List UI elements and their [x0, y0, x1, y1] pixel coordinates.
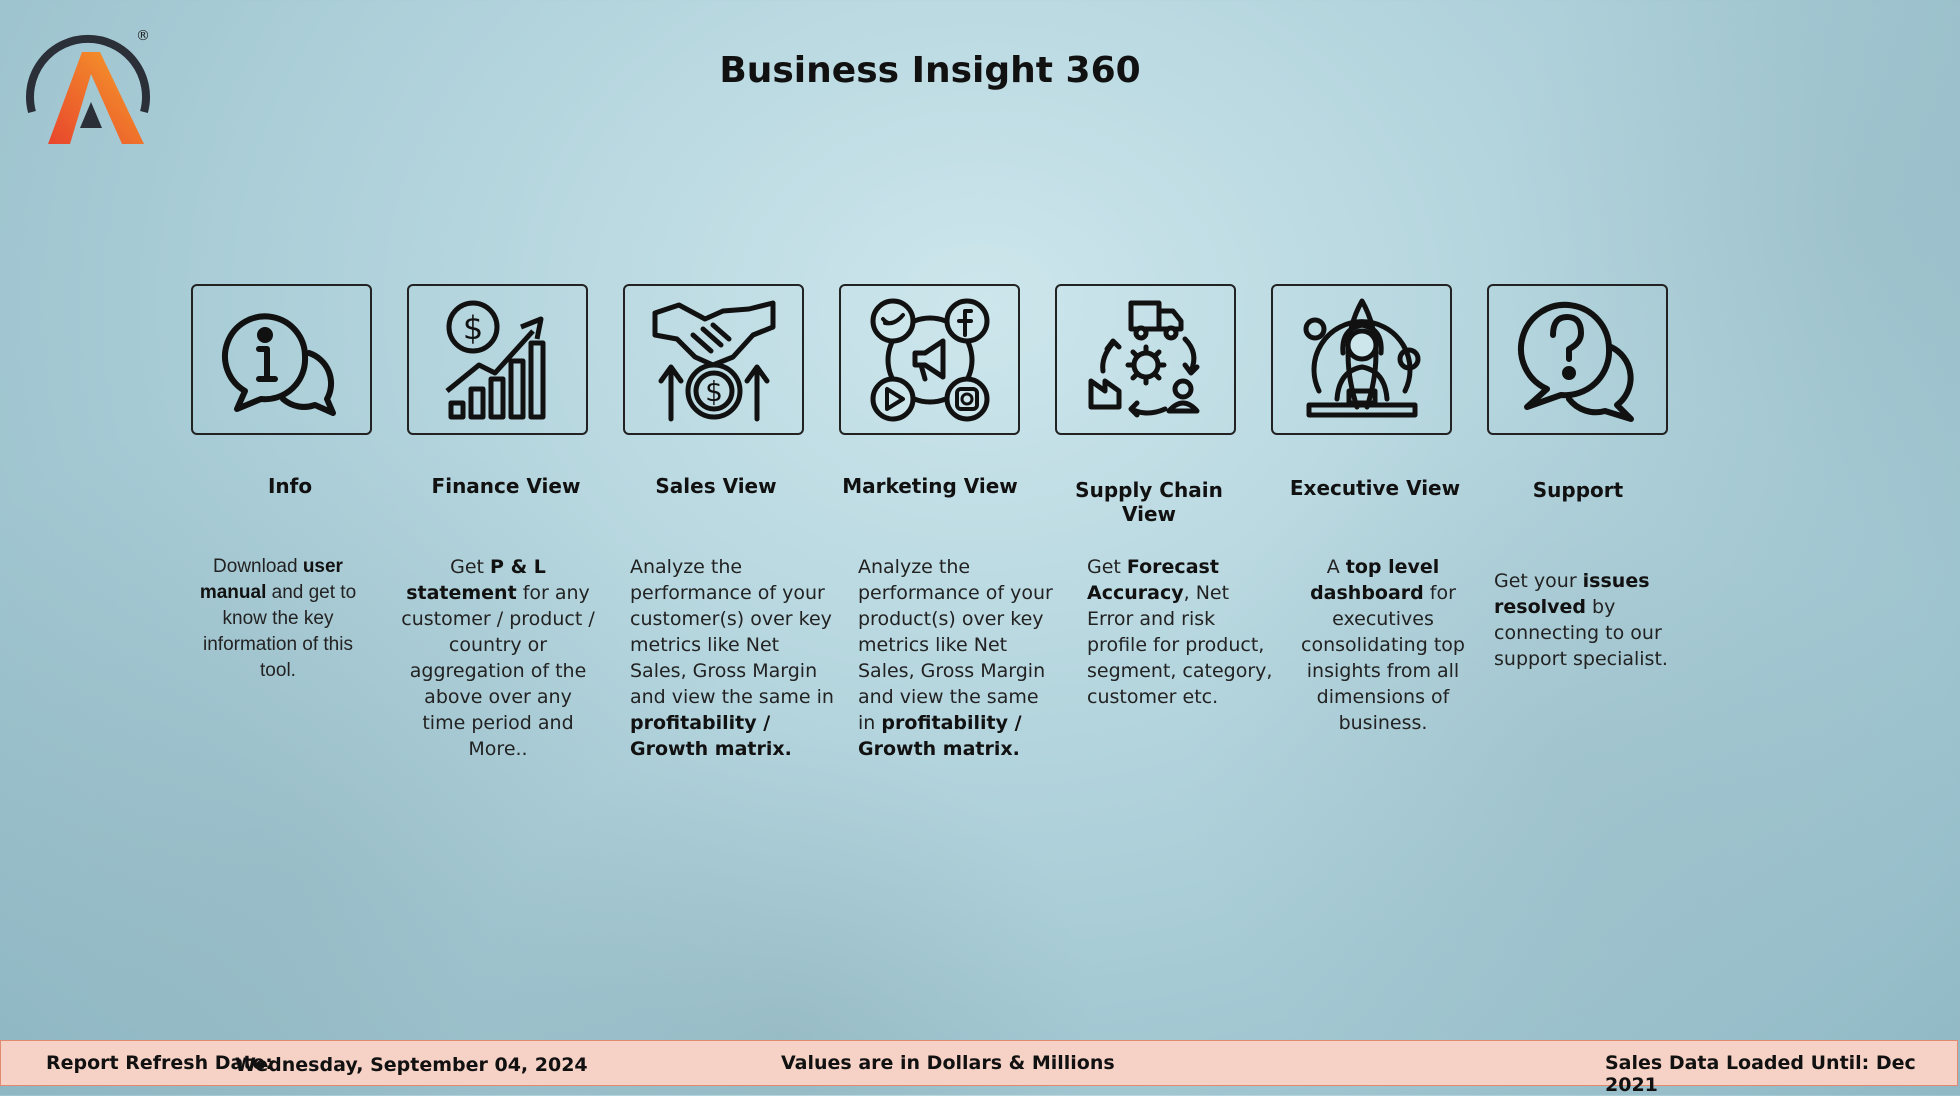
tile-label-info[interactable]: Info [191, 474, 389, 498]
sales-loaded-until: Sales Data Loaded Until: Dec 2021 [1605, 1052, 1916, 1096]
footer-bar: Report Refresh Date: Wednesday, Septembe… [0, 1040, 1958, 1096]
support-question-icon [1517, 301, 1634, 422]
tile-executive-view[interactable] [1271, 284, 1452, 435]
tile-desc-info: Download user manual and get to know the… [199, 556, 357, 681]
tile-desc-finance-view: Get P & L statement for any customer / p… [401, 556, 595, 760]
tile-marketing-view[interactable] [839, 284, 1020, 435]
tile-label-finance-view[interactable]: Finance View [407, 474, 605, 498]
background-texture [0, 0, 1960, 1095]
tile-info[interactable] [191, 284, 372, 435]
page-title: Business Insight 360 [719, 50, 1141, 91]
tile-desc-supply-chain-view: Get Forecast Accuracy, Net Error and ris… [1087, 556, 1273, 708]
tile-desc-support: Get your issues resolved by connecting t… [1494, 570, 1668, 670]
tile-sales-view[interactable]: $ [623, 284, 804, 435]
tile-label-support[interactable]: Support [1487, 478, 1669, 502]
handshake-dollar-icon: $ [652, 300, 775, 421]
svg-text:®: ® [136, 28, 150, 44]
svg-text:$: $ [705, 375, 723, 408]
tile-label-supply-chain-view[interactable]: Supply Chain View [1055, 478, 1243, 526]
executive-globe-icon [1303, 298, 1420, 417]
tile-supply-chain-view[interactable] [1055, 284, 1236, 435]
svg-text:$: $ [462, 309, 482, 347]
tile-label-executive-view[interactable]: Executive View [1271, 476, 1479, 500]
tile-desc-sales-view: Analyze the performance of your customer… [630, 556, 834, 760]
info-chat-icon [221, 312, 336, 416]
tile-label-sales-view[interactable]: Sales View [623, 474, 809, 498]
social-media-icon [870, 298, 989, 421]
tile-finance-view[interactable]: $ [407, 284, 588, 435]
tile-label-marketing-view[interactable]: Marketing View [839, 474, 1021, 498]
finance-growth-icon: $ [444, 300, 545, 419]
tile-support[interactable] [1487, 284, 1668, 435]
values-note: Values are in Dollars & Millions [781, 1052, 1115, 1074]
tile-desc-executive-view: A top level dashboard for executives con… [1301, 556, 1465, 734]
refresh-date-value: Wednesday, September 04, 2024 [235, 1054, 588, 1076]
supply-chain-icon [1088, 300, 1199, 417]
tile-desc-marketing-view: Analyze the performance of your product(… [858, 556, 1053, 760]
